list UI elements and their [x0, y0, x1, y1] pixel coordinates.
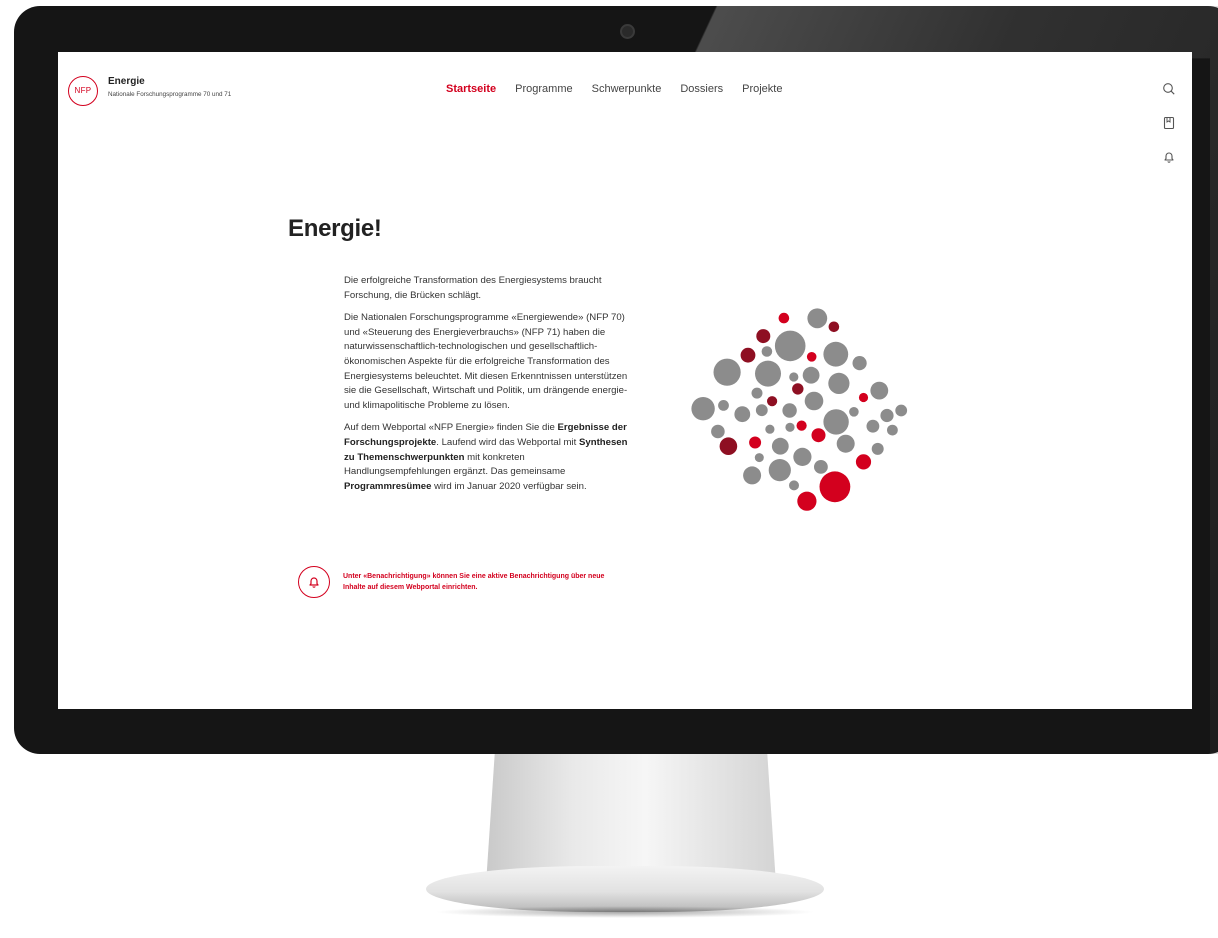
notification-bell-button[interactable]	[298, 566, 330, 598]
dot	[895, 404, 908, 417]
dot	[740, 347, 756, 363]
search-icon[interactable]	[1162, 82, 1176, 96]
dot	[880, 408, 894, 423]
dot	[806, 352, 817, 362]
dot	[785, 422, 795, 432]
monitor-shadow	[434, 906, 816, 918]
dot	[713, 358, 741, 386]
bookmark-icon[interactable]	[1162, 116, 1176, 130]
main-nav: Startseite Programme Schwerpunkte Dossie…	[446, 83, 782, 95]
nav-schwerpunkte[interactable]: Schwerpunkte	[592, 83, 662, 95]
nfp-logo[interactable]: NFP	[68, 76, 98, 106]
utility-icons	[1162, 82, 1176, 184]
dot	[789, 480, 799, 491]
dot	[887, 424, 898, 436]
dot	[771, 437, 789, 455]
dot	[823, 341, 849, 367]
site-subtitle: Nationale Forschungsprogramme 70 und 71	[108, 91, 232, 98]
notification-hint: Unter «Benachrichtigung» können Sie eine…	[298, 566, 638, 602]
dot	[814, 460, 828, 474]
dot	[767, 396, 778, 407]
bell-icon[interactable]	[1162, 150, 1176, 164]
dot	[866, 419, 880, 433]
dot	[789, 372, 799, 382]
dot	[754, 453, 764, 463]
dot	[778, 312, 790, 324]
dot	[718, 400, 729, 411]
nav-startseite[interactable]: Startseite	[446, 83, 496, 95]
dot	[797, 491, 817, 511]
monitor-stand	[486, 754, 776, 884]
dot	[734, 406, 751, 423]
site-title[interactable]: Energie	[108, 76, 145, 87]
dot	[836, 434, 855, 453]
intro-paragraph-1: Die erfolgreiche Transformation des Ener…	[344, 275, 602, 301]
dot	[691, 397, 715, 421]
energy-dots-illustration	[691, 308, 908, 511]
dot	[768, 459, 791, 482]
dot	[849, 407, 859, 417]
intro-paragraph-2: Die Nationalen Forschungsprogramme «Ener…	[344, 312, 628, 411]
dot	[755, 360, 781, 387]
dot	[870, 381, 889, 400]
link-programmresuemee[interactable]: Programmresümee	[344, 481, 431, 492]
intro-paragraph-3: Auf dem Webportal «NFP Energie» finden S…	[344, 421, 634, 494]
dot	[719, 437, 738, 455]
dot	[819, 471, 851, 503]
dot	[855, 454, 872, 470]
dot	[858, 392, 869, 403]
dot	[743, 466, 762, 485]
dot	[792, 383, 804, 395]
dot	[761, 346, 773, 357]
dot	[751, 387, 763, 399]
dot	[828, 321, 840, 333]
dot	[755, 404, 768, 417]
dot	[802, 366, 820, 384]
dot	[711, 424, 725, 439]
website-screen: NFP Energie Nationale Forschungsprogramm…	[58, 52, 1192, 709]
nav-programme[interactable]: Programme	[515, 83, 572, 95]
p3-text-a: Auf dem Webportal «NFP Energie» finden S…	[344, 422, 558, 434]
nav-dossiers[interactable]: Dossiers	[680, 83, 723, 95]
dot	[782, 403, 797, 418]
dot	[828, 372, 850, 394]
notification-hint-text: Unter «Benachrichtigung» können Sie eine…	[343, 573, 605, 591]
page-title: Energie!	[288, 215, 382, 242]
intro-text: Die erfolgreiche Transformation des Ener…	[344, 274, 634, 502]
dot	[765, 424, 775, 434]
dot	[871, 442, 884, 455]
dot	[807, 308, 828, 329]
dot	[774, 330, 806, 362]
webcam-icon	[620, 24, 635, 39]
dot	[793, 447, 812, 466]
dot	[749, 436, 762, 449]
dot	[823, 409, 849, 435]
p3-text-c: . Laufend wird das Webportal mit	[436, 436, 579, 448]
dot	[804, 391, 824, 411]
dot	[756, 329, 771, 344]
dot	[796, 420, 807, 431]
p3-text-g: wird im Januar 2020 verfügbar sein.	[431, 480, 587, 492]
nav-projekte[interactable]: Projekte	[742, 83, 782, 95]
dot	[852, 356, 867, 371]
bell-icon	[309, 577, 319, 588]
dot	[811, 428, 826, 443]
